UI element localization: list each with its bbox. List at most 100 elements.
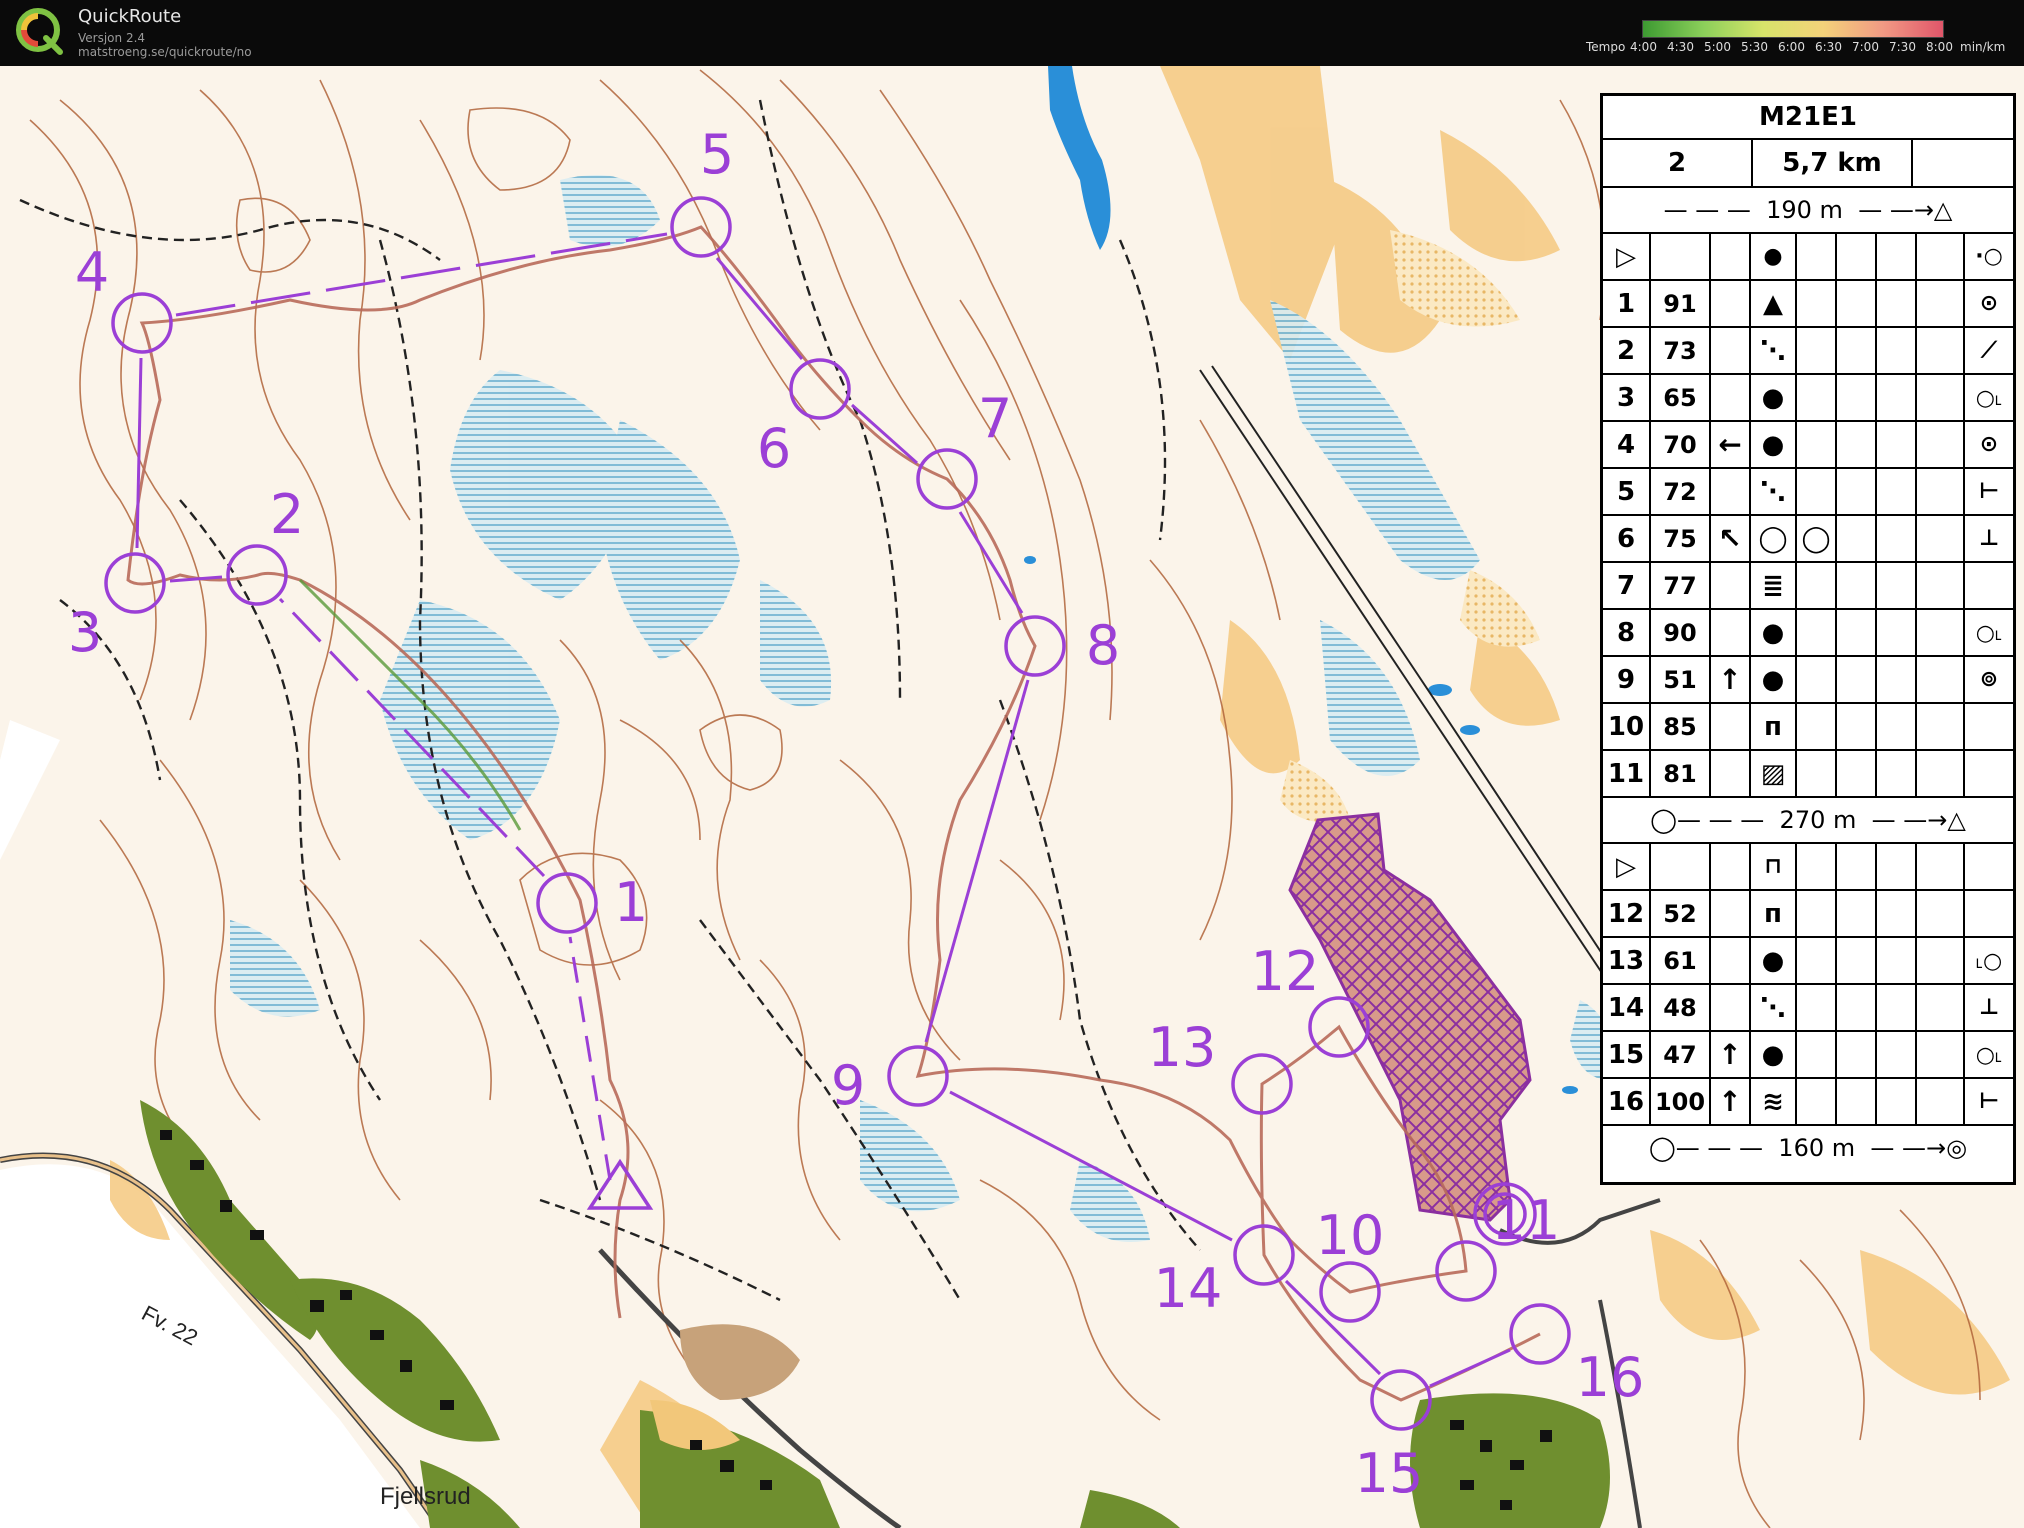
pace-tick: 8:00 (1926, 40, 1953, 54)
control-code: 85 (1663, 712, 1697, 741)
course-number: 2 (1667, 148, 1687, 178)
feature-icon: ▲ (1763, 288, 1783, 319)
control-number-3: 3 (68, 601, 102, 664)
control-seq: 6 (1616, 523, 1636, 554)
taped-route-dashes-icon: — — — (1663, 196, 1767, 224)
pace-tick: 5:30 (1741, 40, 1768, 54)
course-length: 5,7 km (1782, 148, 1882, 178)
control-seq: 5 (1616, 476, 1636, 507)
feature-icon: ● (1761, 1039, 1785, 1070)
control-number-2: 2 (270, 483, 304, 546)
pace-tick: 4:30 (1667, 40, 1694, 54)
desc-row-control: 3 65 ● ○˪ (1603, 375, 2013, 422)
desc-header-course: 2 5,7 km (1603, 140, 2013, 188)
taped-route-mid: ◯— — — 270 m — —→△ (1603, 798, 2013, 844)
app-name: QuickRoute (78, 6, 182, 27)
desc-row-control: 2 73 ⋱ ⟋ (1603, 328, 2013, 375)
desc-row-control: 8 90 ● ○˪ (1603, 610, 2013, 657)
control-code: 52 (1663, 899, 1697, 928)
taped-route-mid-length: 270 m (1779, 806, 1857, 834)
desc-header-class: M21E1 (1603, 96, 2013, 140)
control-code: 61 (1663, 946, 1697, 975)
feature-icon: ᴨ (1764, 898, 1782, 929)
feature-icon: ● (1761, 945, 1785, 976)
title-bar: QuickRoute Versjon 2.4 matstroeng.se/qui… (0, 0, 2024, 66)
control-code: 100 (1654, 1087, 1706, 1116)
control-number-16: 16 (1576, 1346, 1645, 1409)
control-number-11: 11 (1492, 1189, 1561, 1252)
start-triangle-icon: ▷ (1616, 241, 1636, 272)
control-number-10: 10 (1316, 1204, 1385, 1267)
control-seq: 15 (1607, 1039, 1645, 1070)
desc-row-control: 9 51 ↑ ● ⊚ (1603, 657, 2013, 704)
feature-icon: ▨ (1760, 758, 1786, 789)
taped-to-start-icon: — —→△ (1856, 806, 1966, 834)
taped-from-control-icon: ◯— — — (1650, 806, 1780, 834)
control-seq: 1 (1616, 288, 1636, 319)
feature-icon: ⋱ (1760, 992, 1786, 1023)
position-icon: ⟋ (1981, 338, 1997, 363)
desc-row-control: 6 75 ↖ ◯ ◯ ⊥ (1603, 516, 2013, 563)
app-version: Versjon 2.4 (78, 31, 146, 45)
control-number-14: 14 (1154, 1257, 1223, 1320)
control-seq: 14 (1607, 992, 1645, 1023)
feature-icon: ● (1761, 617, 1785, 648)
control-number-8: 8 (1086, 614, 1120, 677)
direction-icon: ← (1718, 428, 1742, 461)
position-icon: ⊚ (1979, 667, 1999, 692)
taped-route-finish: ◯— — — 160 m — —→◎ (1603, 1126, 2013, 1170)
control-seq: 12 (1607, 898, 1645, 929)
desc-row-control: 5 72 ⋱ ⊢ (1603, 469, 2013, 516)
desc-row-control: 13 61 ● ˪○ (1603, 938, 2013, 985)
control-code: 91 (1663, 289, 1697, 318)
pace-tick: 5:00 (1704, 40, 1731, 54)
position-icon: ⊙ (1979, 291, 1999, 316)
desc-row-control: 11 81 ▨ (1603, 751, 2013, 798)
control-seq: 2 (1616, 335, 1636, 366)
pace-tick: 7:00 (1852, 40, 1879, 54)
control-number-6: 6 (757, 417, 791, 480)
direction-icon: ↑ (1718, 663, 1742, 696)
start-triangle-icon: ▷ (1616, 851, 1636, 882)
control-number-12: 12 (1251, 940, 1320, 1003)
control-code: 77 (1663, 571, 1697, 600)
taped-route-start-length: 190 m (1766, 196, 1843, 224)
control-seq: 9 (1616, 664, 1636, 695)
desc-row-control: 1 91 ▲ ⊙ (1603, 281, 2013, 328)
taped-to-finish-icon: — —→◎ (1855, 1134, 1968, 1162)
quickroute-logo-icon (16, 8, 63, 55)
control-seq: 10 (1607, 711, 1645, 742)
control-number-1: 1 (614, 871, 648, 934)
position-icon: ⊥ (1978, 995, 2000, 1020)
control-seq: 16 (1607, 1086, 1645, 1117)
feature2-icon: ◯ (1801, 523, 1831, 554)
control-code: 48 (1663, 993, 1697, 1022)
control-code: 72 (1663, 477, 1697, 506)
desc-row-control: 15 47 ↑ ● ○˪ (1603, 1032, 2013, 1079)
position-icon: ○˪ (1975, 620, 2003, 646)
control-number-5: 5 (700, 123, 734, 186)
taped-to-start-icon: — —→△ (1842, 196, 1953, 224)
control-seq: 13 (1607, 945, 1645, 976)
control-number-15: 15 (1355, 1442, 1424, 1505)
desc-row-control: 7 77 ≣ (1603, 563, 2013, 610)
feature-icon: ● (1761, 664, 1785, 695)
feature-icon: ◯ (1758, 523, 1788, 554)
control-seq: 11 (1607, 758, 1645, 789)
position-icon: ⊙ (1979, 432, 1999, 457)
desc-row-control: 10 85 ᴨ (1603, 704, 2013, 751)
pace-label: Tempo (1586, 40, 1626, 54)
start-position-icon: ·○ (1975, 244, 2003, 269)
control-code: 51 (1663, 665, 1697, 694)
desc-row-control: 16 100 ↑ ≋ ⊢ (1603, 1079, 2013, 1126)
control-seq: 7 (1616, 570, 1636, 601)
pace-color-bar (1642, 20, 1944, 38)
pace-unit: min/km (1960, 40, 2006, 54)
place-label: Fjellsrud (380, 1483, 471, 1510)
desc-row-control: 4 70 ← ● ⊙ (1603, 422, 2013, 469)
control-seq: 3 (1616, 382, 1636, 413)
control-seq: 4 (1616, 429, 1636, 460)
control-code: 73 (1663, 336, 1697, 365)
control-code: 81 (1663, 759, 1697, 788)
desc-row-control: 14 48 ⋱ ⊥ (1603, 985, 2013, 1032)
